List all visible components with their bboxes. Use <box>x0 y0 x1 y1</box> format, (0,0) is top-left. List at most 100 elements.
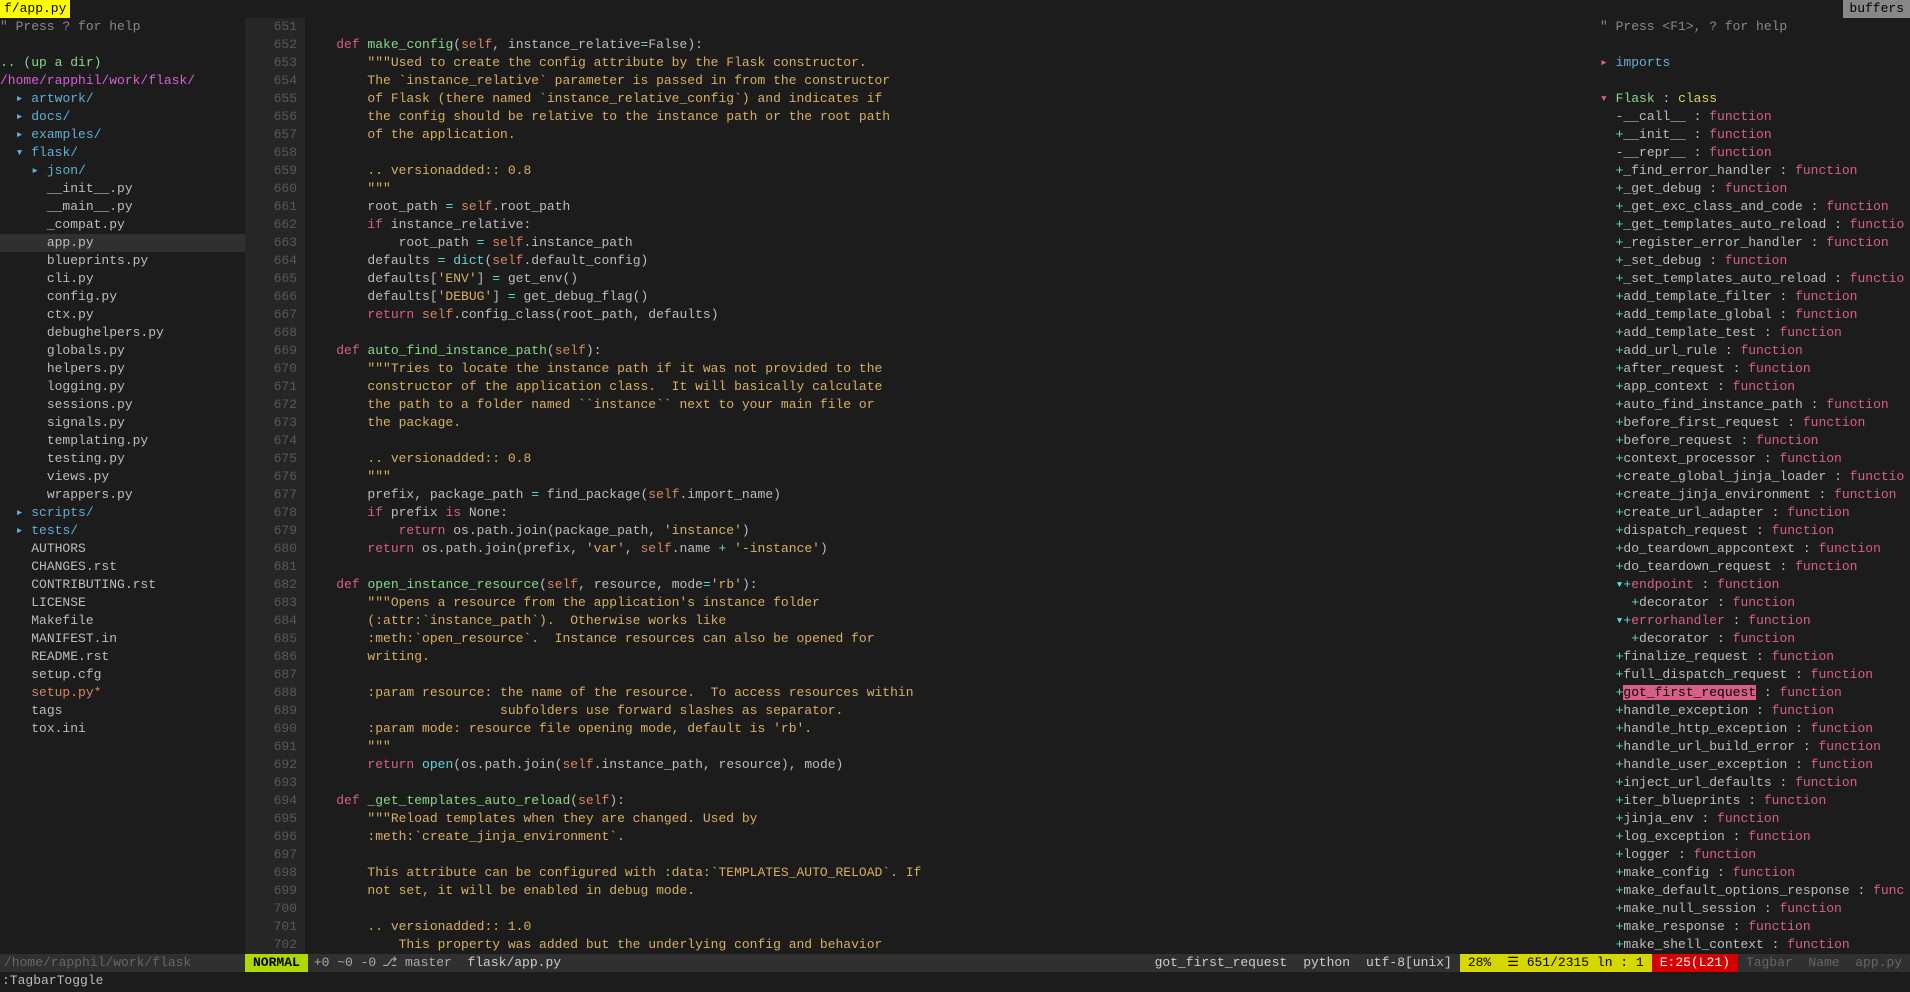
code-line[interactable]: The `instance_relative` parameter is pas… <box>305 72 1600 90</box>
code-line[interactable]: the config should be relative to the ins… <box>305 108 1600 126</box>
sidebar-item[interactable]: ▸ artwork/ <box>0 90 245 108</box>
code-line[interactable] <box>305 900 1600 918</box>
code-line[interactable]: defaults['DEBUG'] = get_debug_flag() <box>305 288 1600 306</box>
tagbar-member[interactable]: ▾+errorhandler : function <box>1600 612 1910 630</box>
sidebar-item[interactable]: logging.py <box>0 378 245 396</box>
code-line[interactable] <box>305 846 1600 864</box>
code-line[interactable]: root_path = self.root_path <box>305 198 1600 216</box>
tagbar-member[interactable]: +handle_user_exception : function <box>1600 756 1910 774</box>
tagbar-member[interactable]: +__init__ : function <box>1600 126 1910 144</box>
sidebar-item[interactable]: app.py <box>0 234 245 252</box>
tagbar-member[interactable]: +jinja_env : function <box>1600 810 1910 828</box>
code-line[interactable]: defaults['ENV'] = get_env() <box>305 270 1600 288</box>
code-line[interactable]: root_path = self.instance_path <box>305 234 1600 252</box>
sidebar-item[interactable]: wrappers.py <box>0 486 245 504</box>
tagbar-member[interactable]: +create_global_jinja_loader : functio <box>1600 468 1910 486</box>
code-line[interactable]: of Flask (there named `instance_relative… <box>305 90 1600 108</box>
tagbar-member[interactable]: +add_template_test : function <box>1600 324 1910 342</box>
code-line[interactable]: subfolders use forward slashes as separa… <box>305 702 1600 720</box>
code-line[interactable]: """Reload templates when they are change… <box>305 810 1600 828</box>
code-editor[interactable]: def make_config(self, instance_relative=… <box>305 18 1600 954</box>
tagbar-member[interactable]: +inject_url_defaults : function <box>1600 774 1910 792</box>
sidebar-item[interactable]: debughelpers.py <box>0 324 245 342</box>
tagbar-member[interactable]: +log_exception : function <box>1600 828 1910 846</box>
tagbar-member[interactable]: +decorator : function <box>1600 630 1910 648</box>
sidebar-item[interactable]: LICENSE <box>0 594 245 612</box>
tagbar-member[interactable]: +app_context : function <box>1600 378 1910 396</box>
sidebar-item[interactable]: tags <box>0 702 245 720</box>
code-line[interactable]: defaults = dict(self.default_config) <box>305 252 1600 270</box>
sidebar-item[interactable]: ▸ tests/ <box>0 522 245 540</box>
tagbar-member[interactable]: ▾+endpoint : function <box>1600 576 1910 594</box>
code-line[interactable]: return os.path.join(prefix, 'var', self.… <box>305 540 1600 558</box>
code-line[interactable]: constructor of the application class. It… <box>305 378 1600 396</box>
sidebar-item[interactable]: ctx.py <box>0 306 245 324</box>
code-line[interactable]: return os.path.join(package_path, 'insta… <box>305 522 1600 540</box>
tagbar-member[interactable]: +create_url_adapter : function <box>1600 504 1910 522</box>
sidebar-item[interactable]: testing.py <box>0 450 245 468</box>
sidebar-item[interactable]: ▾ flask/ <box>0 144 245 162</box>
code-line[interactable] <box>305 324 1600 342</box>
code-line[interactable] <box>305 558 1600 576</box>
tagbar-member[interactable]: +context_processor : function <box>1600 450 1910 468</box>
code-line[interactable]: (:attr:`instance_path`). Otherwise works… <box>305 612 1600 630</box>
tagbar-member[interactable]: +decorator : function <box>1600 594 1910 612</box>
code-line[interactable] <box>305 432 1600 450</box>
tagbar-panel[interactable]: " Press <F1>, ? for help ▸ imports ▾ Fla… <box>1600 18 1910 954</box>
tagbar-member[interactable]: +logger : function <box>1600 846 1910 864</box>
tagbar-imports[interactable]: ▸ imports <box>1600 54 1910 72</box>
tagbar-member[interactable]: +make_null_session : function <box>1600 900 1910 918</box>
code-line[interactable]: the path to a folder named ``instance`` … <box>305 396 1600 414</box>
sidebar-item[interactable]: blueprints.py <box>0 252 245 270</box>
sidebar-item[interactable]: MANIFEST.in <box>0 630 245 648</box>
code-line[interactable]: .. versionadded:: 0.8 <box>305 162 1600 180</box>
code-line[interactable]: writing. <box>305 648 1600 666</box>
sidebar-item[interactable]: sessions.py <box>0 396 245 414</box>
tagbar-member[interactable]: +make_config : function <box>1600 864 1910 882</box>
buffers-button[interactable]: buffers <box>1843 0 1910 18</box>
tagbar-member[interactable]: +make_response : function <box>1600 918 1910 936</box>
sidebar-item[interactable]: ▸ examples/ <box>0 126 245 144</box>
code-line[interactable]: def open_instance_resource(self, resourc… <box>305 576 1600 594</box>
code-line[interactable]: def make_config(self, instance_relative=… <box>305 36 1600 54</box>
tagbar-member[interactable]: +_register_error_handler : function <box>1600 234 1910 252</box>
tagbar-member[interactable]: +full_dispatch_request : function <box>1600 666 1910 684</box>
tagbar-member[interactable]: +finalize_request : function <box>1600 648 1910 666</box>
code-line[interactable]: def auto_find_instance_path(self): <box>305 342 1600 360</box>
code-line[interactable]: """ <box>305 180 1600 198</box>
tagbar-member[interactable]: +create_jinja_environment : function <box>1600 486 1910 504</box>
code-line[interactable]: def _get_templates_auto_reload(self): <box>305 792 1600 810</box>
sidebar-item[interactable]: ▸ docs/ <box>0 108 245 126</box>
tagbar-member[interactable]: +do_teardown_appcontext : function <box>1600 540 1910 558</box>
code-line[interactable]: """ <box>305 738 1600 756</box>
tagbar-member[interactable]: +_find_error_handler : function <box>1600 162 1910 180</box>
tab-current[interactable]: f/app.py <box>0 0 70 18</box>
tagbar-member[interactable]: +make_default_options_response : func <box>1600 882 1910 900</box>
tagbar-member[interactable]: +_set_templates_auto_reload : functio <box>1600 270 1910 288</box>
up-dir[interactable]: .. (up a dir) <box>0 54 245 72</box>
sidebar-item[interactable]: cli.py <box>0 270 245 288</box>
sidebar-item[interactable]: README.rst <box>0 648 245 666</box>
tagbar-member[interactable]: +do_teardown_request : function <box>1600 558 1910 576</box>
sidebar-item[interactable]: globals.py <box>0 342 245 360</box>
code-line[interactable] <box>305 666 1600 684</box>
sidebar-item[interactable]: CONTRIBUTING.rst <box>0 576 245 594</box>
code-line[interactable]: .. versionadded:: 0.8 <box>305 450 1600 468</box>
code-line[interactable]: This property was added but the underlyi… <box>305 936 1600 954</box>
tagbar-member[interactable]: +auto_find_instance_path : function <box>1600 396 1910 414</box>
tagbar-member[interactable]: -__repr__ : function <box>1600 144 1910 162</box>
command-line[interactable]: :TagbarToggle <box>0 972 1910 990</box>
code-line[interactable]: :param mode: resource file opening mode,… <box>305 720 1600 738</box>
sidebar-item[interactable]: helpers.py <box>0 360 245 378</box>
code-line[interactable]: prefix, package_path = find_package(self… <box>305 486 1600 504</box>
sidebar-item[interactable]: templating.py <box>0 432 245 450</box>
tagbar-member[interactable]: +handle_url_build_error : function <box>1600 738 1910 756</box>
code-line[interactable]: """ <box>305 468 1600 486</box>
sidebar-item[interactable]: tox.ini <box>0 720 245 738</box>
tagbar-member[interactable]: +iter_blueprints : function <box>1600 792 1910 810</box>
tagbar-member[interactable]: -__call__ : function <box>1600 108 1910 126</box>
sidebar-item[interactable]: setup.py* <box>0 684 245 702</box>
tagbar-member[interactable]: +make_shell_context : function <box>1600 936 1910 954</box>
tagbar-member[interactable]: +before_request : function <box>1600 432 1910 450</box>
tagbar-member[interactable]: +before_first_request : function <box>1600 414 1910 432</box>
